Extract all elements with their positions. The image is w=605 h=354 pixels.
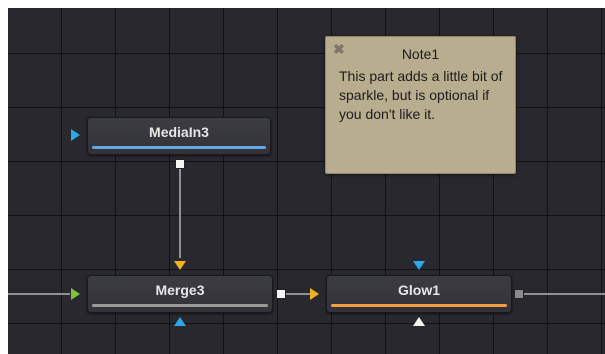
node-merge3[interactable]: Merge3 <box>87 275 273 313</box>
node-mediain3-label: MediaIn3 <box>149 124 209 140</box>
merge-foreground-input-icon[interactable] <box>174 261 186 270</box>
note-body[interactable]: This part adds a little bit of sparkle, … <box>339 67 509 124</box>
node-mediain3[interactable]: MediaIn3 <box>87 117 271 155</box>
node-merge3-label: Merge3 <box>155 282 205 298</box>
sticky-note[interactable]: ✖ Note1 This part adds a little bit of s… <box>325 36 516 174</box>
node-merge3-accent-bar <box>92 304 268 307</box>
mediain-output-icon[interactable] <box>175 159 185 169</box>
node-mediain3-accent-bar <box>92 146 266 149</box>
note-title: Note1 <box>401 46 440 62</box>
glow-input-icon[interactable] <box>310 288 319 300</box>
node-glow1-accent-bar <box>331 304 507 307</box>
glow-effect-input-icon[interactable] <box>413 261 425 270</box>
glow-mask-input-icon[interactable] <box>413 317 425 326</box>
glow-output-icon[interactable] <box>514 289 524 299</box>
node-editor-canvas[interactable]: MediaIn3 Merge3 Glow1 ✖ Note1 This part … <box>8 8 605 354</box>
mediain-input-icon[interactable] <box>71 129 80 141</box>
node-glow1-label: Glow1 <box>397 282 440 298</box>
merge-mask-input-icon[interactable] <box>174 317 186 326</box>
merge-background-input-icon[interactable] <box>71 288 80 300</box>
node-glow1[interactable]: Glow1 <box>326 275 512 313</box>
merge-output-icon[interactable] <box>276 289 286 299</box>
